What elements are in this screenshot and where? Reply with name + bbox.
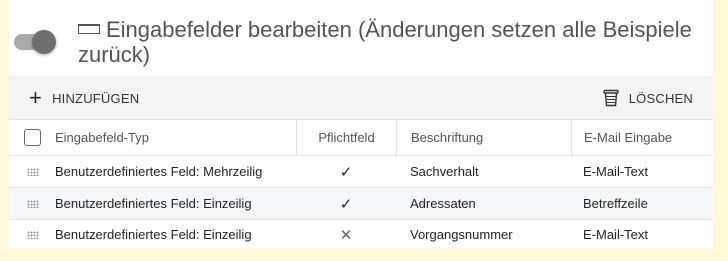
plus-icon: + [29, 85, 43, 110]
cell-type: Benutzerdefiniertes Feld: Mehrzeilig [55, 164, 263, 179]
column-header-email[interactable]: E-Mail Eingabe [571, 120, 713, 155]
table-header-row: Eingabefeld-Typ Pflichtfeld Beschriftung… [9, 120, 713, 156]
trash-icon [603, 89, 619, 107]
input-fields-panel: Eingabefelder bearbeiten (Änderungen set… [9, 0, 713, 248]
drag-handle-icon[interactable] [27, 230, 39, 239]
cell-label: Sachverhalt [410, 164, 479, 179]
table-row[interactable]: Benutzerdefiniertes Feld: Einzeilig ✕ Vo… [9, 220, 713, 249]
select-all-checkbox[interactable] [24, 129, 41, 146]
add-button[interactable]: + HINZUFÜGEN [29, 76, 139, 120]
cell-required-check-icon: ✓ [339, 163, 353, 181]
toggle-knob[interactable] [32, 30, 56, 54]
cell-email: Betreffzeile [583, 196, 648, 211]
delete-button-label: LÖSCHEN [628, 90, 693, 106]
cell-email: E-Mail-Text [583, 164, 649, 179]
table-row[interactable]: Benutzerdefiniertes Feld: Mehrzeilig ✓ S… [9, 156, 713, 188]
cell-type: Benutzerdefiniertes Feld: Einzeilig [55, 227, 252, 242]
panel-title: Eingabefelder bearbeiten (Änderungen set… [78, 17, 708, 67]
title-line-2: zurück) [78, 42, 151, 67]
edit-mode-toggle[interactable] [14, 30, 56, 54]
table-row[interactable]: Benutzerdefiniertes Feld: Einzeilig ✓ Ad… [9, 188, 713, 220]
header-checkbox-cell [24, 120, 41, 155]
cell-type: Benutzerdefiniertes Feld: Einzeilig [55, 196, 252, 211]
column-header-label[interactable]: Beschriftung [396, 120, 571, 155]
title-line-1: Eingabefelder bearbeiten (Änderungen set… [106, 17, 692, 42]
cell-label: Vorgangsnummer [410, 227, 513, 242]
column-header-required[interactable]: Pflichtfeld [296, 120, 396, 155]
delete-button[interactable]: LÖSCHEN [603, 76, 693, 120]
cell-email: E-Mail-Text [583, 227, 649, 242]
input-field-icon [78, 24, 100, 35]
cell-required-cross-icon: ✕ [339, 226, 353, 244]
cell-label: Adressaten [410, 196, 476, 211]
add-button-label: HINZUFÜGEN [52, 90, 140, 106]
toolbar: + HINZUFÜGEN LÖSCHEN [9, 76, 713, 120]
cell-required-check-icon: ✓ [339, 195, 353, 213]
column-header-type[interactable]: Eingabefeld-Typ [55, 120, 295, 155]
input-fields-table: Eingabefeld-Typ Pflichtfeld Beschriftung… [9, 120, 713, 249]
drag-handle-icon[interactable] [27, 199, 39, 208]
drag-handle-icon[interactable] [27, 167, 39, 176]
